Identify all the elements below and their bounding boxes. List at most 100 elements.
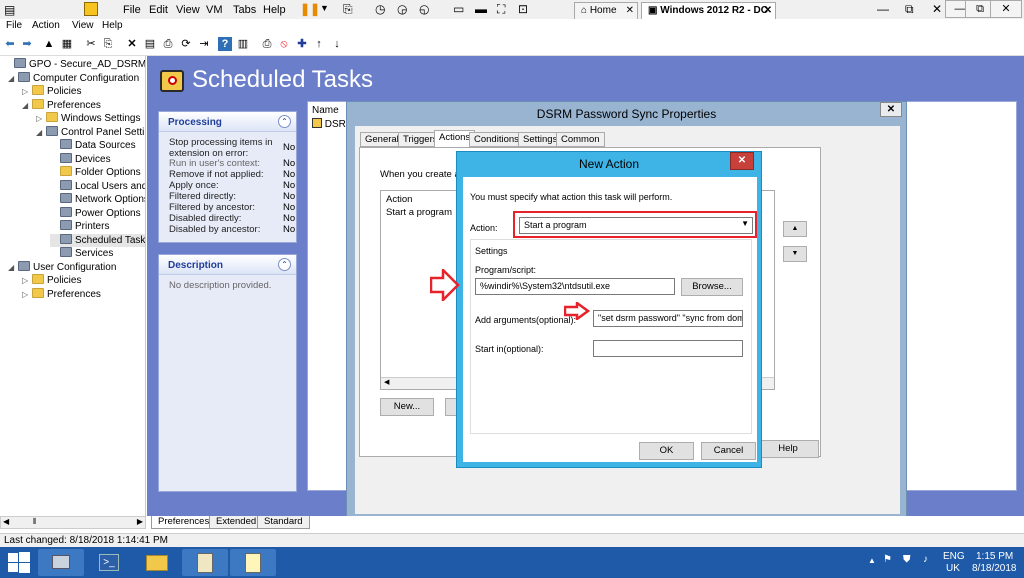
tree-item[interactable]: ◢ Control Panel Setting	[36, 125, 145, 139]
processing-header[interactable]: Processing ⌃	[159, 112, 296, 132]
new-action-close-button[interactable]: ✕	[730, 152, 754, 170]
volume-icon[interactable]: ♪	[923, 554, 928, 565]
column-header-action[interactable]: Action	[386, 194, 412, 205]
cancel-button[interactable]: Cancel	[701, 442, 756, 460]
expander-icon[interactable]: ◢	[22, 99, 32, 112]
tree-item[interactable]: Scheduled Tasks	[50, 233, 145, 247]
menu-view[interactable]: View	[72, 20, 94, 31]
table-row[interactable]: Start a program	[386, 207, 452, 218]
menu-action[interactable]: Action	[32, 20, 60, 31]
tree-item[interactable]: ▷ Windows Settings	[36, 112, 140, 125]
powershell-button[interactable]: >_	[86, 549, 132, 576]
close-icon[interactable]: ✕	[932, 2, 942, 16]
minimize-icon[interactable]: —	[877, 2, 889, 16]
properties-close-button[interactable]: ✕	[880, 102, 902, 117]
scroll-thumb[interactable]: ⦀	[33, 517, 37, 527]
tree-item[interactable]: Services	[50, 247, 113, 260]
expander-icon[interactable]: ▷	[22, 85, 32, 98]
browse-button[interactable]: Browse...	[681, 278, 743, 296]
show-hidden-icons[interactable]: ▲	[868, 556, 876, 565]
snapshot-manager-icon[interactable]: ◵	[419, 2, 429, 16]
help-icon[interactable]: ?	[218, 37, 232, 51]
tree-item[interactable]: Folder Options	[50, 166, 141, 179]
back-icon[interactable]: ⬅	[3, 37, 17, 51]
close-icon[interactable]: ✕	[764, 5, 772, 16]
move-down-button[interactable]: ▼	[783, 246, 807, 262]
admin-icon[interactable]: ⛊	[903, 554, 911, 565]
tree-item[interactable]: Printers	[50, 220, 109, 233]
show-tree-icon[interactable]: ▦	[60, 37, 74, 51]
region-code[interactable]: UK	[946, 563, 960, 574]
stop-icon[interactable]: ⦸	[277, 37, 291, 51]
menu-file[interactable]: File	[6, 20, 22, 31]
tree-item[interactable]: Local Users and G	[50, 179, 145, 193]
column-header-name[interactable]: Name	[312, 105, 339, 116]
move-down-icon[interactable]: ↓	[330, 37, 344, 51]
move-up-button[interactable]: ▲	[783, 221, 807, 237]
cut-icon[interactable]: ✂	[84, 37, 98, 51]
close-icon[interactable]: ✕	[626, 5, 634, 16]
clock-date[interactable]: 8/18/2018	[972, 563, 1017, 574]
tree-item[interactable]: ◢ Preferences	[22, 98, 101, 112]
refresh-icon[interactable]: ⟳	[179, 37, 193, 51]
expander-icon[interactable]: ◢	[8, 72, 18, 85]
scroll-left-icon[interactable]: ◀	[3, 517, 9, 526]
print-preview-icon[interactable]: ⎙	[260, 37, 274, 51]
startin-field[interactable]	[593, 340, 743, 357]
delete-icon[interactable]: ✕	[125, 37, 139, 51]
unity-icon[interactable]: ⊡	[518, 2, 528, 16]
description-header[interactable]: Description ⌃	[159, 255, 296, 275]
expander-icon[interactable]: ▷	[22, 274, 32, 287]
print-icon[interactable]: ⎙	[161, 37, 175, 51]
tree-item[interactable]: Data Sources	[50, 139, 136, 152]
copy-icon[interactable]: ⎘	[101, 37, 115, 51]
vm-menu-tabs[interactable]: Tabs	[233, 4, 256, 16]
gpme-button[interactable]	[182, 549, 228, 576]
tree-item[interactable]: ▷ Policies	[22, 274, 81, 287]
expander-icon[interactable]: ▷	[22, 288, 32, 301]
tree-item[interactable]: GPO - Secure_AD_DSRM_Passw	[4, 58, 145, 71]
tree-item[interactable]: Devices	[50, 152, 111, 166]
tree-item[interactable]: Network Options	[50, 193, 145, 206]
lang-code[interactable]: ENG	[943, 551, 965, 562]
tree-item[interactable]: ▷ Policies	[22, 85, 81, 98]
scroll-right-icon[interactable]: ▶	[137, 517, 143, 526]
new-action-button[interactable]: New...	[380, 398, 434, 416]
export-icon[interactable]: ⇥	[197, 37, 211, 51]
pause-icon[interactable]: ❚❚	[300, 2, 320, 16]
vm-menu-vm[interactable]: VM	[206, 4, 223, 16]
tab-common[interactable]: Common	[556, 132, 605, 147]
view-icon[interactable]: ▭	[453, 2, 464, 16]
up-folder-icon[interactable]: ▲	[42, 37, 56, 51]
ok-button[interactable]: OK	[639, 442, 694, 460]
args-field[interactable]: "set dsrm password" "sync from domain	[593, 310, 743, 327]
pause-dropdown-icon[interactable]: ▼	[320, 3, 329, 13]
clock-time[interactable]: 1:15 PM	[976, 551, 1013, 562]
scroll-left-icon[interactable]: ◀	[384, 378, 389, 386]
vm-menu-help[interactable]: Help	[263, 4, 286, 16]
fullscreen-icon[interactable]: ⛶	[497, 2, 505, 17]
expander-icon[interactable]: ◢	[36, 126, 46, 139]
expander-icon[interactable]: ▷	[36, 112, 46, 125]
action-select[interactable]: Start a program ▼	[519, 217, 753, 234]
network-icon[interactable]: ⚑	[883, 554, 892, 565]
collapse-icon[interactable]: ⌃	[278, 258, 291, 271]
properties-icon[interactable]: ▤	[143, 37, 157, 51]
tab-standard[interactable]: Standard	[257, 516, 310, 529]
restore-icon[interactable]: ⧉	[905, 2, 914, 17]
tab-conditions[interactable]: Conditions	[469, 132, 524, 147]
send-keys-icon[interactable]: ⎘	[343, 2, 353, 17]
add-icon[interactable]: ✚	[295, 37, 309, 51]
tree-item[interactable]: Power Options	[50, 206, 141, 220]
mmc-close-button[interactable]: ✕	[990, 0, 1022, 18]
snapshot-icon[interactable]: ◷	[375, 2, 385, 16]
program-field[interactable]: %windir%\System32\ntdsutil.exe	[475, 278, 675, 295]
forward-icon[interactable]: ➡	[20, 37, 34, 51]
expander-icon[interactable]: ◢	[8, 261, 18, 274]
vm-menu-file[interactable]: File	[123, 4, 141, 16]
help-button[interactable]: Help	[757, 440, 819, 458]
move-up-icon[interactable]: ↑	[312, 37, 326, 51]
tree-item[interactable]: ▷ Preferences	[22, 287, 101, 301]
tree-scrollbar[interactable]: ◀ ⦀ ▶	[0, 516, 146, 529]
collapse-icon[interactable]: ⌃	[278, 115, 291, 128]
